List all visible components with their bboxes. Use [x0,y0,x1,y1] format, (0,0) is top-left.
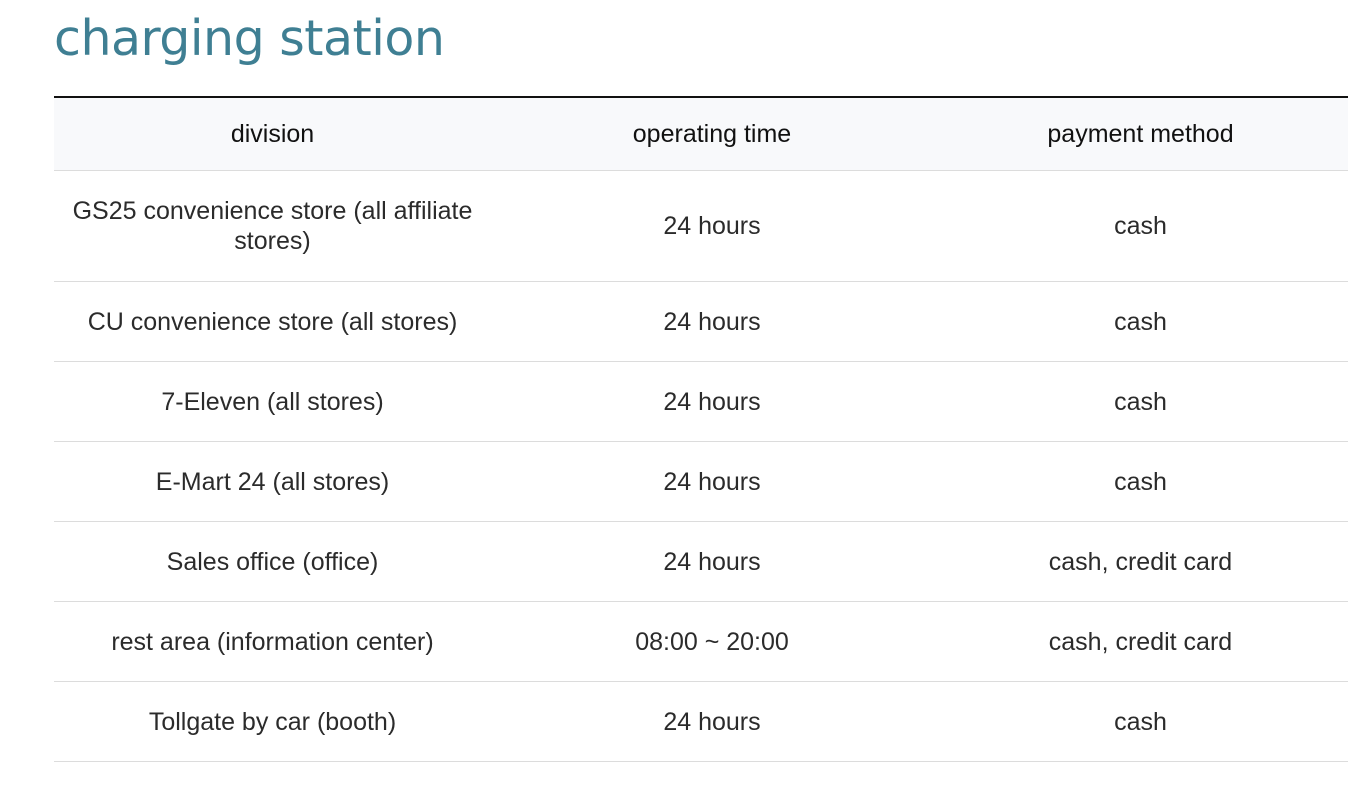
table-row: rest area (information center) 08:00 ~ 2… [54,601,1348,682]
header-payment-method: payment method [933,97,1348,171]
cell-payment-method: cash [933,170,1348,282]
table-row: Sales office (office) 24 hours cash, cre… [54,521,1348,602]
cell-division: Sales office (office) [54,521,491,602]
charging-station-table-container: division operating time payment method G… [54,96,1348,762]
header-division: division [54,97,491,171]
header-operating-time: operating time [491,97,933,171]
table-row: CU convenience store (all stores) 24 hou… [54,281,1348,362]
table-row: GS25 convenience store (all affiliate st… [54,170,1348,282]
table-row: 7-Eleven (all stores) 24 hours cash [54,361,1348,442]
cell-division: GS25 convenience store (all affiliate st… [54,170,491,282]
page-title: charging station [54,10,445,67]
cell-payment-method: cash [933,281,1348,362]
cell-operating-time: 24 hours [491,281,933,362]
cell-division: Tollgate by car (booth) [54,681,491,762]
cell-payment-method: cash [933,361,1348,442]
cell-payment-method: cash [933,441,1348,522]
cell-payment-method: cash [933,681,1348,762]
cell-payment-method: cash, credit card [933,521,1348,602]
cell-division: 7-Eleven (all stores) [54,361,491,442]
cell-division: rest area (information center) [54,601,491,682]
cell-operating-time: 24 hours [491,441,933,522]
cell-division: CU convenience store (all stores) [54,281,491,362]
cell-division: E-Mart 24 (all stores) [54,441,491,522]
cell-payment-method: cash, credit card [933,601,1348,682]
table-row: E-Mart 24 (all stores) 24 hours cash [54,441,1348,522]
cell-operating-time: 24 hours [491,170,933,282]
cell-operating-time: 24 hours [491,521,933,602]
table-header-row: division operating time payment method [54,97,1348,171]
cell-operating-time: 24 hours [491,681,933,762]
cell-operating-time: 24 hours [491,361,933,442]
table-row: Tollgate by car (booth) 24 hours cash [54,681,1348,762]
cell-operating-time: 08:00 ~ 20:00 [491,601,933,682]
charging-station-table: division operating time payment method G… [54,96,1348,762]
